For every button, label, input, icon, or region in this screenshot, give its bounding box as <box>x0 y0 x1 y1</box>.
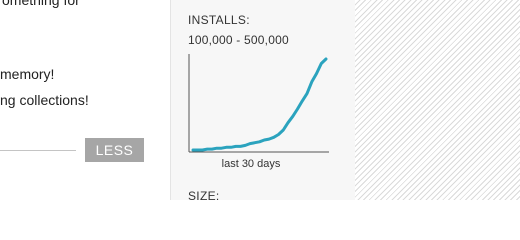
description-line: memory! <box>0 66 55 82</box>
divider <box>0 150 76 151</box>
installs-chart <box>188 54 329 153</box>
description-panel: omething for memory! ng collections! LES… <box>0 0 170 200</box>
installs-line <box>191 57 328 152</box>
size-label: SIZE: <box>188 189 220 203</box>
hatched-background <box>355 0 520 200</box>
stats-panel: INSTALLS: 100,000 - 500,000 last 30 days… <box>171 0 355 203</box>
less-button[interactable]: LESS <box>85 138 144 162</box>
chart-caption: last 30 days <box>221 158 281 170</box>
description-line: omething for <box>2 0 80 8</box>
description-line: ng collections! <box>0 92 89 108</box>
